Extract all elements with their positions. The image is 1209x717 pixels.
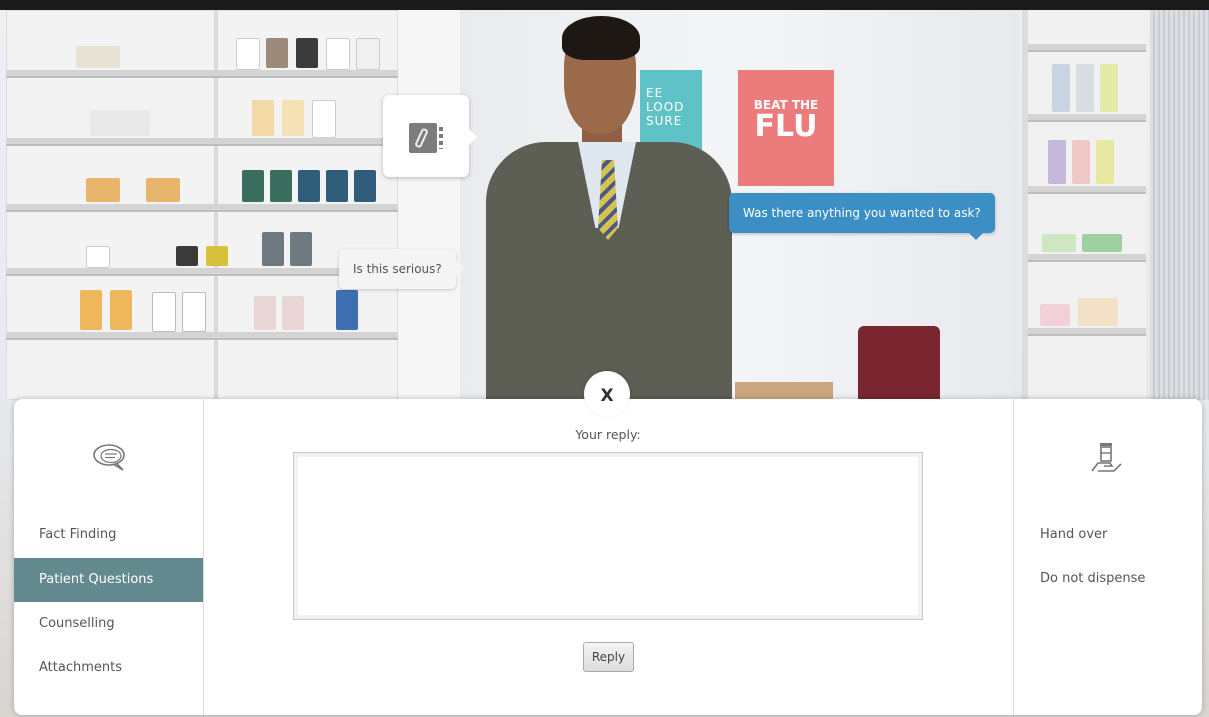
hand-over-medicine-icon xyxy=(1091,443,1122,472)
chair xyxy=(858,326,940,400)
window-blinds xyxy=(1150,10,1209,400)
patient-question-bubble[interactable]: Is this serious? xyxy=(339,249,464,289)
patient-avatar xyxy=(486,10,732,402)
nav-fact-finding[interactable]: Fact Finding xyxy=(14,513,203,557)
right-actions: Hand over Do not dispense xyxy=(1013,399,1202,715)
right-shelf-unit xyxy=(1022,10,1146,400)
hand-over-action[interactable]: Hand over xyxy=(1040,527,1107,542)
nav-attachments[interactable]: Attachments xyxy=(14,646,203,690)
notebook-icon xyxy=(409,123,443,153)
reply-label: Your reply: xyxy=(575,427,641,442)
nav-patient-questions[interactable]: Patient Questions xyxy=(14,558,203,602)
notes-bubble[interactable] xyxy=(383,95,477,177)
left-shelf-unit xyxy=(6,10,404,400)
do-not-dispense-action[interactable]: Do not dispense xyxy=(1040,571,1145,586)
close-button[interactable]: X xyxy=(584,371,630,417)
reply-button[interactable]: Reply xyxy=(583,642,634,672)
top-band xyxy=(0,0,1209,10)
nav-counselling[interactable]: Counselling xyxy=(14,602,203,646)
dialogue-panel: Fact Finding Patient Questions Counselli… xyxy=(14,399,1202,715)
chat-bubbles-icon xyxy=(93,444,125,471)
pharmacist-prompt-bubble[interactable]: Was there anything you wanted to ask? xyxy=(729,193,995,240)
flu-poster: BEAT THE FLU xyxy=(738,70,834,186)
reply-textarea[interactable] xyxy=(293,452,923,620)
left-nav: Fact Finding Patient Questions Counselli… xyxy=(14,399,204,715)
pillar xyxy=(398,10,460,400)
